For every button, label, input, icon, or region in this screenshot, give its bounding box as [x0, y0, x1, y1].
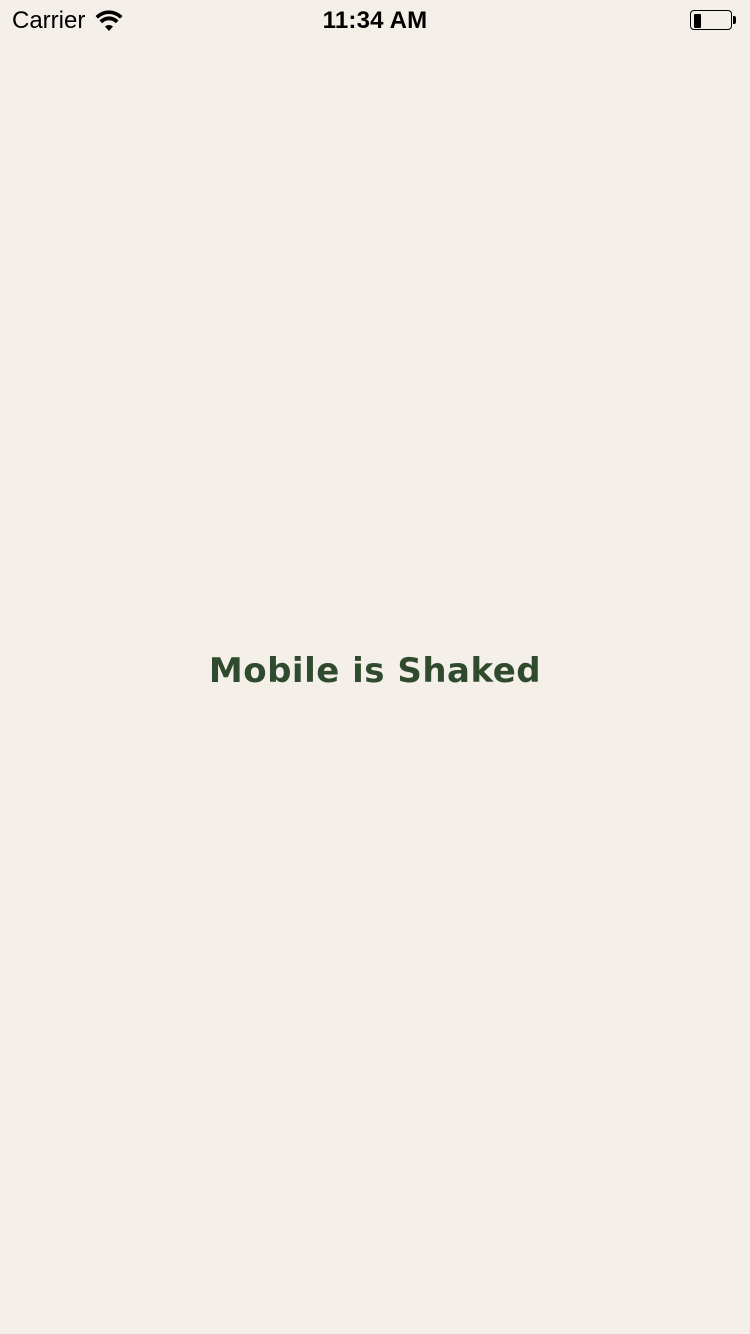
- status-time: 11:34 AM: [322, 7, 428, 34]
- battery-cap: [733, 16, 736, 24]
- shake-message: Mobile is Shaked: [208, 651, 542, 691]
- battery-icon: [690, 10, 738, 32]
- status-bar: Carrier 11:34 AM: [0, 0, 750, 40]
- battery-body: [690, 10, 732, 30]
- battery-fill: [694, 14, 701, 28]
